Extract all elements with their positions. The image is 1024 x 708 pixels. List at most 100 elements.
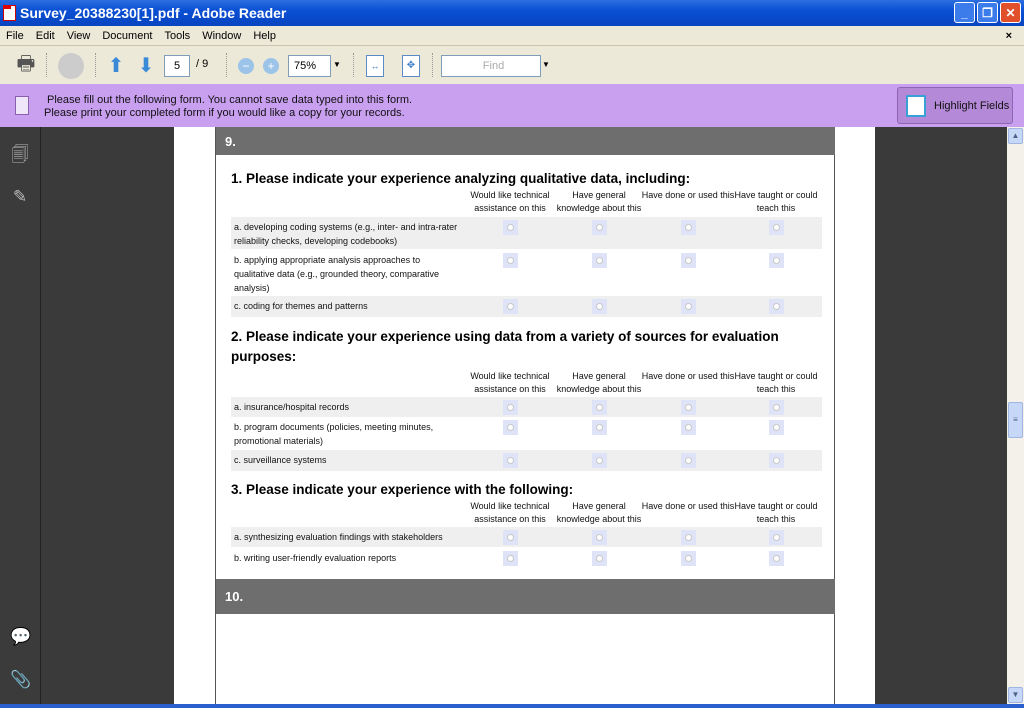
form-icon [15, 96, 29, 115]
table-row: a. synthesizing evaluation findings with… [231, 527, 822, 547]
fit-page-icon[interactable]: ✥ [402, 54, 420, 77]
toolbar: 🖶 ⬆ ⬇ 5 / 9 − + 75% ▼ ↔ ✥ Find ▼ [0, 47, 1024, 84]
table-row: c. surveillance systems [231, 450, 822, 471]
row-label: c. coding for themes and patterns [234, 301, 368, 311]
vertical-scrollbar[interactable]: ▲ ≡ ▼ [1007, 127, 1024, 708]
scroll-down-button[interactable]: ▼ [1008, 687, 1023, 703]
highlight-fields-label: Highlight Fields [934, 99, 1010, 112]
highlight-fields-button[interactable]: Highlight Fields [897, 87, 1013, 124]
question-1: 1. Please indicate your experience analy… [216, 169, 835, 317]
radio-button[interactable] [769, 420, 784, 435]
scroll-up-button[interactable]: ▲ [1008, 128, 1023, 144]
zoom-input[interactable]: 75% [288, 54, 331, 77]
collaborate-icon[interactable] [58, 52, 84, 79]
signatures-icon[interactable]: ✎ [10, 187, 30, 207]
minimize-button[interactable]: _ [954, 2, 975, 23]
notice-line-1: Please fill out the following form. You … [47, 94, 413, 106]
title-bar: Survey_20388230[1].pdf - Adobe Reader _ … [0, 0, 1024, 26]
column-headers: Would like technical assistance on this … [216, 189, 835, 216]
radio-button[interactable] [681, 253, 696, 268]
radio-button[interactable] [769, 400, 784, 415]
question-3: 3. Please indicate your experience with … [216, 480, 835, 569]
column-header: Would like technical assistance on this [470, 190, 550, 213]
table-row: a. insurance/hospital records [231, 397, 822, 417]
radio-button[interactable] [503, 453, 518, 468]
scroll-thumb[interactable]: ≡ [1008, 402, 1023, 438]
radio-button[interactable] [592, 400, 607, 415]
pdf-icon [3, 5, 16, 21]
zoom-in-icon[interactable]: + [263, 57, 279, 74]
menu-edit[interactable]: Edit [30, 30, 61, 42]
question-title: 2. Please indicate your experience using… [231, 329, 779, 364]
radio-button[interactable] [769, 220, 784, 235]
radio-button[interactable] [592, 220, 607, 235]
menu-help[interactable]: Help [247, 30, 282, 42]
print-icon[interactable]: 🖶 [14, 53, 38, 78]
pages-icon[interactable]: 🗐 [10, 142, 30, 164]
menu-document[interactable]: Document [96, 30, 158, 42]
column-header: Have taught or could teach this [734, 371, 818, 394]
row-label: a. insurance/hospital records [234, 402, 350, 412]
column-header: Would like technical assistance on this [470, 371, 550, 394]
radio-button[interactable] [592, 253, 607, 268]
notice-line-2: Please print your completed form if you … [44, 107, 405, 119]
page-number-input[interactable]: 5 [164, 54, 190, 77]
form-notice-bar: Please fill out the following form. You … [0, 84, 1024, 127]
radio-button[interactable] [769, 530, 784, 545]
column-header: Have done or used this [641, 190, 735, 200]
row-label: b. program documents (policies, meeting … [234, 422, 434, 446]
radio-button[interactable] [503, 551, 518, 566]
question-title: 3. Please indicate your experience with … [231, 482, 574, 497]
radio-button[interactable] [681, 453, 696, 468]
menu-window[interactable]: Window [196, 30, 247, 42]
column-header: Have taught or could teach this [734, 190, 818, 213]
navigation-panel: 🗐 ✎ 💬 📎 [0, 127, 41, 708]
next-page-icon[interactable]: ⬇ [135, 55, 157, 77]
radio-button[interactable] [592, 420, 607, 435]
radio-button[interactable] [769, 453, 784, 468]
table-row: a. developing coding systems (e.g., inte… [231, 217, 822, 249]
radio-button[interactable] [681, 220, 696, 235]
close-document-icon[interactable]: × [1000, 30, 1018, 42]
zoom-dropdown-icon[interactable]: ▼ [333, 60, 341, 69]
radio-button[interactable] [503, 253, 518, 268]
radio-button[interactable] [592, 530, 607, 545]
radio-button[interactable] [592, 453, 607, 468]
radio-button[interactable] [681, 420, 696, 435]
radio-button[interactable] [503, 420, 518, 435]
radio-button[interactable] [769, 551, 784, 566]
column-header: Have general knowledge about this [556, 190, 642, 213]
menu-view[interactable]: View [61, 30, 97, 42]
attachments-icon[interactable]: 📎 [10, 670, 31, 690]
radio-button[interactable] [681, 530, 696, 545]
radio-button[interactable] [503, 400, 518, 415]
radio-button[interactable] [503, 220, 518, 235]
radio-button[interactable] [592, 551, 607, 566]
question-2: 2. Please indicate your experience using… [216, 327, 835, 471]
radio-button[interactable] [503, 299, 518, 314]
radio-button[interactable] [681, 551, 696, 566]
comments-icon[interactable]: 💬 [10, 627, 31, 647]
radio-button[interactable] [681, 400, 696, 415]
fit-width-icon[interactable]: ↔ [366, 54, 384, 77]
radio-button[interactable] [681, 299, 696, 314]
radio-button[interactable] [769, 253, 784, 268]
previous-page-icon[interactable]: ⬆ [105, 55, 127, 77]
window-title: Survey_20388230[1].pdf - Adobe Reader [20, 5, 287, 21]
find-dropdown-icon[interactable]: ▼ [542, 60, 550, 69]
table-row: b. program documents (policies, meeting … [231, 417, 822, 450]
page-total: / 9 [196, 58, 209, 70]
table-row: c. coding for themes and patterns [231, 296, 822, 317]
menu-tools[interactable]: Tools [159, 30, 197, 42]
close-button[interactable]: ✕ [1000, 2, 1021, 23]
zoom-out-icon[interactable]: − [238, 57, 254, 74]
radio-button[interactable] [503, 530, 518, 545]
maximize-button[interactable]: ❐ [977, 2, 998, 23]
table-row: b. applying appropriate analysis approac… [231, 250, 822, 296]
find-input[interactable]: Find [441, 54, 541, 77]
radio-button[interactable] [769, 299, 784, 314]
menu-file[interactable]: File [0, 30, 30, 42]
question-title: 1. Please indicate your experience analy… [231, 171, 691, 186]
column-headers: Would like technical assistance on this … [216, 500, 835, 527]
radio-button[interactable] [592, 299, 607, 314]
